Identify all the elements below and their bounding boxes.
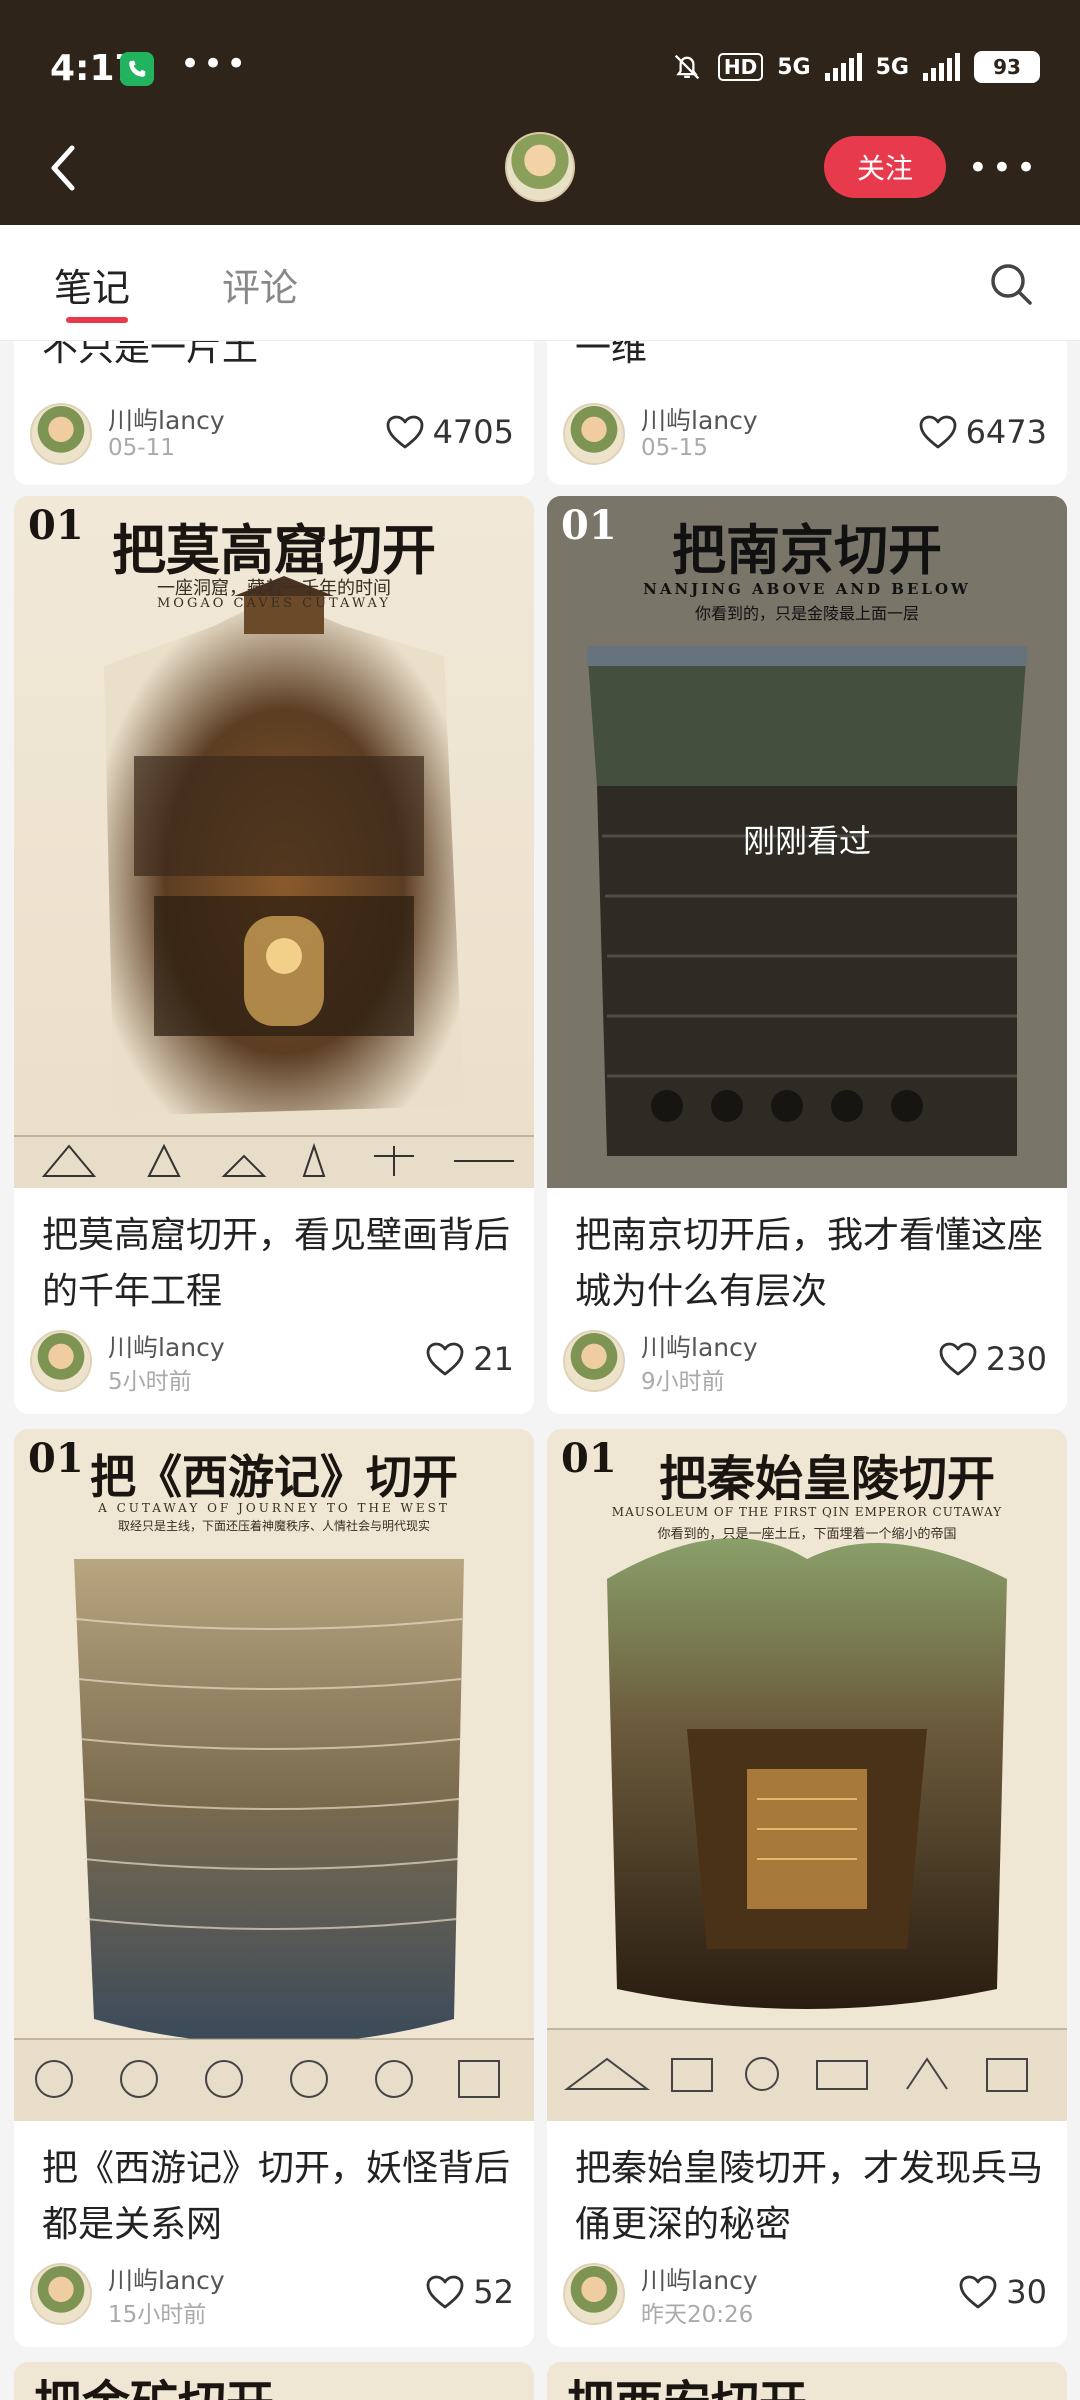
note-title: 不只是一片土 bbox=[42, 341, 259, 369]
author-avatar[interactable] bbox=[30, 2263, 92, 2325]
recently-viewed-label: 刚刚看过 bbox=[742, 822, 871, 860]
poster-title: 把《西游记》切开 bbox=[90, 1450, 458, 1504]
network-label-2: 5G bbox=[875, 54, 909, 80]
poster-background: 01 把南京切开 NANJING ABOVE AND BELOW 你看到的，只是… bbox=[547, 496, 1067, 1188]
author-avatar[interactable] bbox=[30, 403, 92, 465]
note-card[interactable]: 01 把秦始皇陵切开 MAUSOLEUM OF THE FIRST QIN EM… bbox=[547, 1429, 1067, 2347]
note-cover-image[interactable]: 01 把秦始皇陵切开 MAUSOLEUM OF THE FIRST QIN EM… bbox=[547, 1429, 1067, 2121]
author-avatar[interactable] bbox=[563, 2263, 625, 2325]
post-date: 05-11 bbox=[108, 435, 175, 461]
profile-header: 关注 ••• bbox=[0, 120, 1080, 225]
poster-subtitle: 你看到的，只是金陵最上面一层 bbox=[694, 604, 919, 623]
like-number: 52 bbox=[473, 2273, 514, 2311]
note-card[interactable]: 01 把莫高窟切开 一座洞窟，藏着一千年的时间 MOGAO CAVES CUTA… bbox=[14, 496, 534, 1414]
heart-icon[interactable] bbox=[385, 414, 425, 450]
active-tab-indicator bbox=[66, 317, 128, 323]
author-name[interactable]: 川屿lancy bbox=[108, 1328, 225, 1364]
poster-subtitle-en: A CUTAWAY OF JOURNEY TO THE WEST bbox=[98, 1501, 450, 1515]
battery-icon: 93 bbox=[974, 51, 1040, 83]
note-card[interactable]: 01 把南京切开 NANJING ABOVE AND BELOW 你看到的，只是… bbox=[547, 496, 1067, 1414]
like-count[interactable]: 230 bbox=[938, 1340, 1047, 1378]
poster-subtitle-en: NANJING ABOVE AND BELOW bbox=[643, 580, 971, 598]
like-number: 4705 bbox=[432, 413, 514, 451]
signal-icon-2 bbox=[923, 53, 960, 81]
notes-feed: 不只是一片土 川屿lancy 05-11 4705 一维 川屿lancy 05-… bbox=[0, 341, 1080, 2400]
poster-subtitle: 取经只是主线，下面还压着神魔秩序、人情社会与明代现实 bbox=[117, 1519, 430, 1533]
note-title: 把莫高窟切开，看见壁画背后的千年工程 bbox=[42, 1215, 511, 1312]
top-bar: 4:17 ••• HD 5G 5G 93 关注 ••• bbox=[0, 0, 1080, 225]
like-number: 21 bbox=[473, 1340, 514, 1378]
like-count[interactable]: 30 bbox=[958, 2273, 1047, 2311]
poster-title: 把南京切开 bbox=[672, 518, 942, 582]
like-number: 230 bbox=[985, 1340, 1047, 1378]
phone-call-icon bbox=[120, 52, 154, 86]
author-name[interactable]: 川屿lancy bbox=[641, 2261, 758, 2297]
heart-icon[interactable] bbox=[425, 2274, 465, 2310]
author-name[interactable]: 川屿lancy bbox=[641, 1328, 758, 1364]
poster-subtitle: 你看到的，只是一座土丘，下面埋着一个缩小的帝国 bbox=[657, 1527, 957, 1542]
note-cover-image[interactable]: 01 把莫高窟切开 一座洞窟，藏着一千年的时间 MOGAO CAVES CUTA… bbox=[14, 496, 534, 1188]
poster-background: 01 把莫高窟切开 一座洞窟，藏着一千年的时间 MOGAO CAVES CUTA… bbox=[14, 496, 534, 1188]
poster-subtitle-en: MAUSOLEUM OF THE FIRST QIN EMPEROR CUTAW… bbox=[611, 1505, 1003, 1519]
tab-notes[interactable]: 笔记 bbox=[54, 257, 130, 312]
more-notifications-icon: ••• bbox=[180, 44, 250, 84]
note-cover-image[interactable]: 01 把《西游记》切开 A CUTAWAY OF JOURNEY TO THE … bbox=[14, 1429, 534, 2121]
author-avatar[interactable] bbox=[563, 1330, 625, 1392]
post-date: 05-15 bbox=[641, 435, 708, 461]
poster-background: 01 把《西游记》切开 A CUTAWAY OF JOURNEY TO THE … bbox=[14, 1429, 534, 2121]
author-name[interactable]: 川屿lancy bbox=[641, 401, 758, 437]
heart-icon[interactable] bbox=[938, 1341, 978, 1377]
author-avatar[interactable] bbox=[563, 403, 625, 465]
heart-icon[interactable] bbox=[958, 2274, 998, 2310]
avatar[interactable] bbox=[505, 132, 575, 202]
note-card[interactable]: 一维 川屿lancy 05-15 6473 bbox=[547, 341, 1067, 485]
note-author-row: 川屿lancy 昨天20:26 30 bbox=[563, 2261, 1053, 2328]
back-arrow-icon[interactable] bbox=[40, 138, 90, 198]
follow-button[interactable]: 关注 bbox=[824, 136, 946, 198]
post-date: 昨天20:26 bbox=[641, 2302, 754, 2328]
signal-icon bbox=[824, 53, 862, 81]
hd-badge: HD bbox=[717, 53, 764, 81]
like-count[interactable]: 4705 bbox=[385, 413, 514, 451]
note-author-row: 川屿lancy 9小时前 230 bbox=[563, 1328, 1053, 1395]
post-date: 9小时前 bbox=[641, 1369, 725, 1395]
author-name[interactable]: 川屿lancy bbox=[108, 2261, 225, 2297]
note-card[interactable]: 01 把《西游记》切开 A CUTAWAY OF JOURNEY TO THE … bbox=[14, 1429, 534, 2347]
poster-title: 把西安切开 bbox=[567, 2364, 807, 2400]
poster-background: 01 把秦始皇陵切开 MAUSOLEUM OF THE FIRST QIN EM… bbox=[547, 1429, 1067, 2121]
note-title: 把秦始皇陵切开，才发现兵马俑更深的秘密 bbox=[575, 2148, 1044, 2245]
note-title: 把南京切开后，我才看懂这座城为什么有层次 bbox=[575, 1215, 1044, 1312]
author-avatar[interactable] bbox=[30, 1330, 92, 1392]
more-options-icon[interactable]: ••• bbox=[968, 148, 1040, 188]
post-date: 5小时前 bbox=[108, 1369, 192, 1395]
note-author-row: 川屿lancy 15小时前 52 bbox=[30, 2261, 520, 2328]
status-bar: 4:17 ••• HD 5G 5G 93 bbox=[0, 0, 1080, 135]
like-number: 6473 bbox=[965, 413, 1047, 451]
author-name[interactable]: 川屿lancy bbox=[108, 401, 225, 437]
network-label-1: 5G bbox=[777, 54, 811, 80]
like-count[interactable]: 21 bbox=[425, 1340, 514, 1378]
note-author-row: 川屿lancy 05-11 4705 bbox=[30, 403, 520, 467]
post-date: 15小时前 bbox=[108, 2302, 207, 2328]
poster-title: 把金矿切开 bbox=[34, 2364, 274, 2400]
note-author-row: 川屿lancy 05-15 6473 bbox=[563, 403, 1053, 467]
note-cover-image[interactable]: 01 把南京切开 NANJING ABOVE AND BELOW 你看到的，只是… bbox=[547, 496, 1067, 1188]
tab-comments[interactable]: 评论 bbox=[222, 257, 298, 312]
note-card[interactable]: 把金矿切开 bbox=[14, 2362, 534, 2400]
like-count[interactable]: 52 bbox=[425, 2273, 514, 2311]
note-card[interactable]: 不只是一片土 川屿lancy 05-11 4705 bbox=[14, 341, 534, 485]
like-count[interactable]: 6473 bbox=[918, 413, 1047, 451]
heart-icon[interactable] bbox=[918, 414, 958, 450]
note-title: 把《西游记》切开，妖怪背后都是关系网 bbox=[42, 2148, 511, 2245]
search-icon[interactable] bbox=[988, 261, 1034, 307]
heart-icon[interactable] bbox=[425, 1341, 465, 1377]
like-number: 30 bbox=[1006, 2273, 1047, 2311]
note-card[interactable]: 把西安切开 bbox=[547, 2362, 1067, 2400]
poster-title: 把秦始皇陵切开 bbox=[658, 1451, 995, 1507]
note-author-row: 川屿lancy 5小时前 21 bbox=[30, 1328, 520, 1395]
mute-bell-icon bbox=[674, 54, 700, 80]
poster-subtitle-en: MOGAO CAVES CUTAWAY bbox=[156, 596, 392, 611]
note-title: 一维 bbox=[575, 341, 648, 369]
tab-bar: 笔记 评论 bbox=[0, 225, 1080, 341]
